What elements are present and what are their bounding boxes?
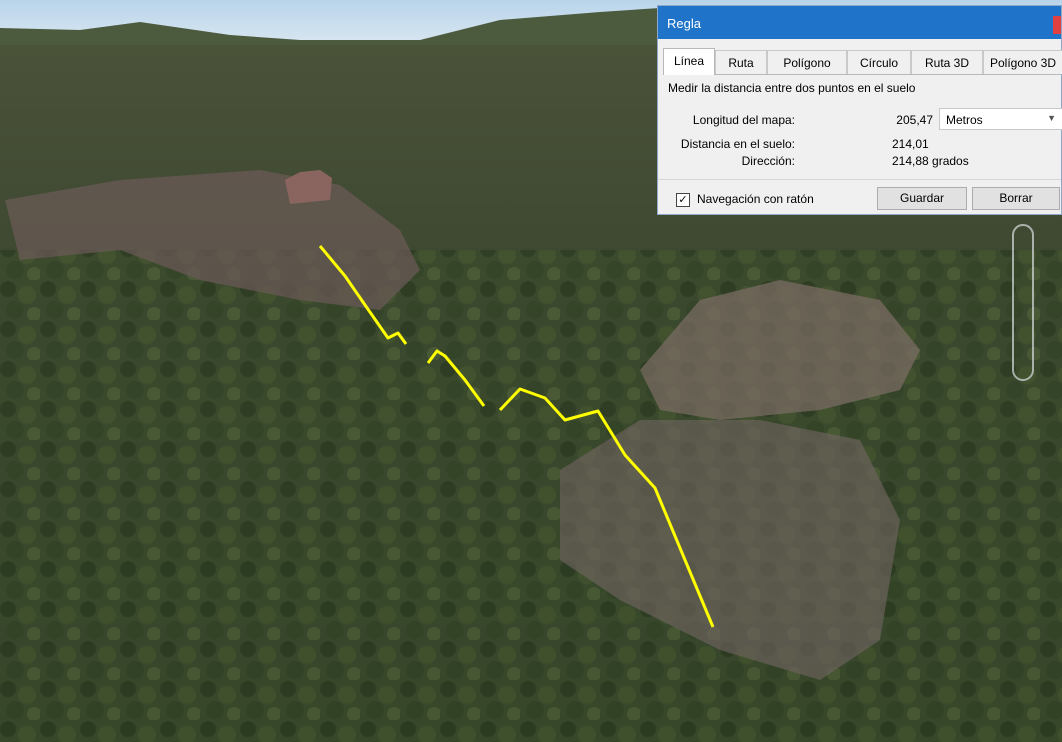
forest-canopy — [0, 250, 1062, 742]
units-selected-value: Metros — [946, 113, 983, 127]
tab-ruta-3d[interactable]: Ruta 3D — [911, 50, 983, 74]
divider — [658, 179, 1061, 180]
tab-poligono-3d[interactable]: Polígono 3D — [983, 50, 1062, 74]
mouse-nav-label: Navegación con ratón — [697, 192, 814, 206]
save-button[interactable]: Guardar — [877, 187, 967, 210]
ground-distance-value: 214,01 — [892, 137, 929, 151]
heading-label: Dirección: — [741, 154, 795, 168]
measure-description: Medir la distancia entre dos puntos en e… — [668, 81, 916, 95]
ruler-tabs: Línea Ruta Polígono Círculo Ruta 3D Polí… — [663, 48, 1062, 75]
ground-distance-label: Distancia en el suelo: — [680, 137, 795, 151]
tab-poligono[interactable]: Polígono — [767, 50, 847, 74]
map-length-value: 205,47 — [896, 113, 933, 127]
units-select[interactable]: Metros ▼ — [939, 108, 1062, 130]
chevron-down-icon: ▼ — [1047, 113, 1056, 123]
close-icon[interactable] — [1053, 16, 1061, 34]
tab-circulo[interactable]: Círculo — [847, 50, 911, 74]
map-length-label: Longitud del mapa: — [692, 113, 795, 127]
tab-linea[interactable]: Línea — [663, 48, 715, 75]
clear-button[interactable]: Borrar — [972, 187, 1060, 210]
checkmark-icon: ✓ — [678, 194, 688, 206]
ruler-dialog: Regla Línea Ruta Polígono Círculo Ruta 3… — [657, 5, 1062, 215]
mouse-nav-checkbox[interactable]: ✓ — [676, 193, 690, 207]
heading-value: 214,88 grados — [892, 154, 969, 168]
dialog-titlebar[interactable]: Regla — [658, 6, 1061, 39]
tab-ruta[interactable]: Ruta — [715, 50, 767, 74]
dialog-title: Regla — [667, 16, 701, 31]
